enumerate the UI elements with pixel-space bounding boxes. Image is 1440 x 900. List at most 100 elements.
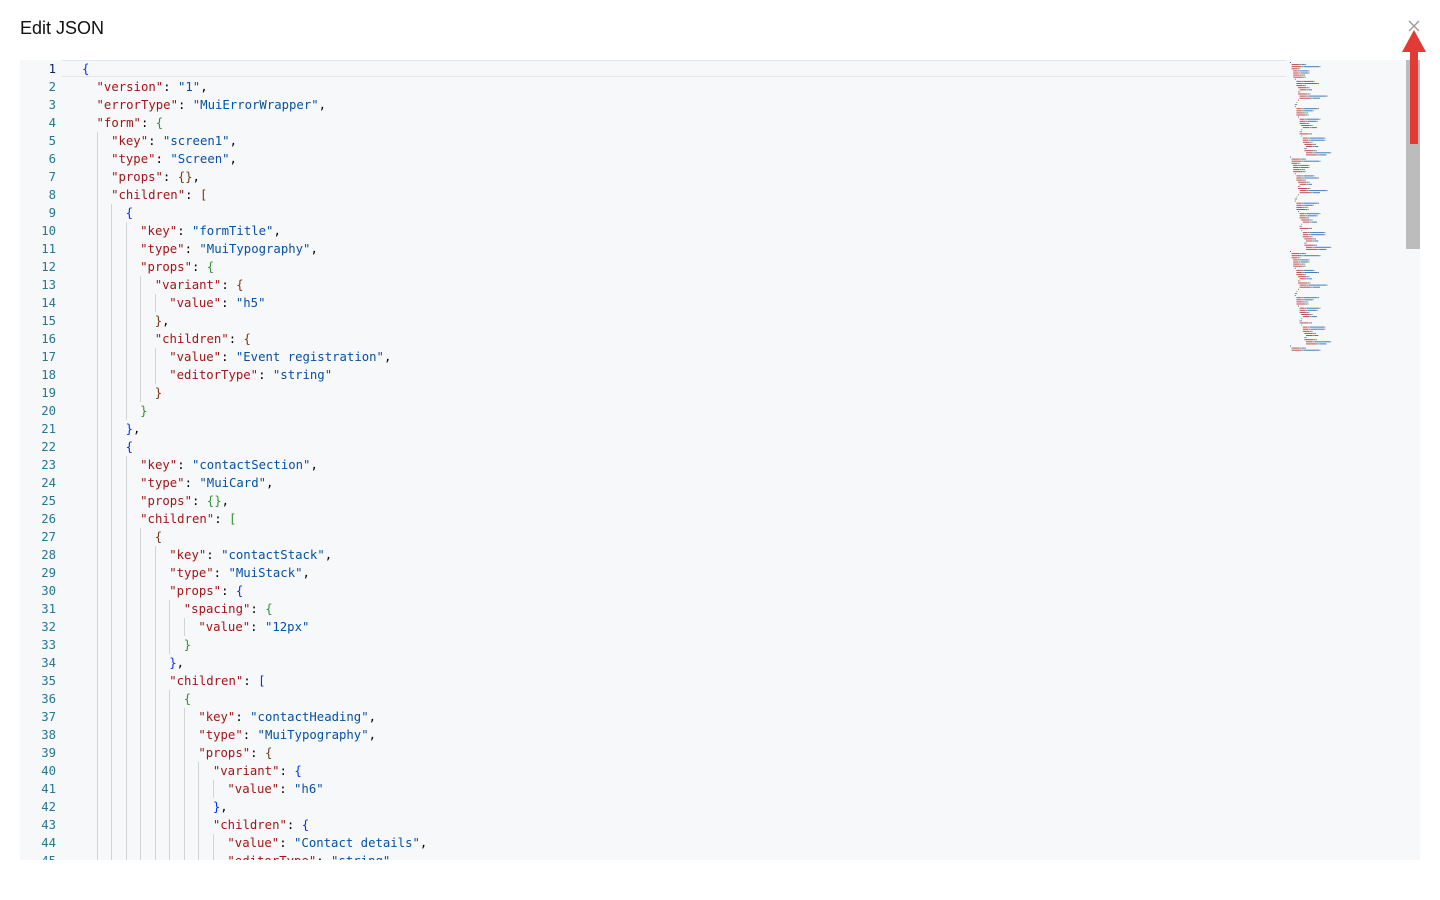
code-line[interactable]: 16 "children": {: [20, 330, 1290, 348]
code-lines[interactable]: 1{2 "version": "1", 3 "errorType": "MuiErro…: [20, 60, 1290, 860]
code-line[interactable]: 32 "value": "12px": [20, 618, 1290, 636]
code-line[interactable]: 34},: [20, 654, 1290, 672]
code-line[interactable]: 20}: [20, 402, 1290, 420]
punctuation-token: :: [235, 710, 251, 724]
code-line[interactable]: 2 "version": "1",: [20, 78, 1290, 96]
code-line[interactable]: 10 "key": "formTitle",: [20, 222, 1290, 240]
code-line[interactable]: 39 "props": {: [20, 744, 1290, 762]
code-line[interactable]: 41 "value": "h6": [20, 780, 1290, 798]
code-line[interactable]: 1{: [20, 60, 1290, 78]
code-line[interactable]: 40 "variant": {: [20, 762, 1290, 780]
code-line[interactable]: 26 "children": [: [20, 510, 1290, 528]
code-line[interactable]: 35 "children": [: [20, 672, 1290, 690]
code-line[interactable]: 6 "type": "Screen",: [20, 150, 1290, 168]
close-button[interactable]: [1405, 17, 1423, 35]
minimap-token: [1308, 278, 1312, 280]
minimap-token: [1304, 169, 1305, 171]
code-line[interactable]: 12 "props": {: [20, 258, 1290, 276]
minimap-token: [1302, 177, 1304, 179]
code-line[interactable]: 33}: [20, 636, 1290, 654]
indent-guide: [183, 852, 185, 860]
code-line[interactable]: 43 "children": {: [20, 816, 1290, 834]
minimap-token: [1306, 246, 1313, 248]
code-line[interactable]: 15},: [20, 312, 1290, 330]
minimap-token: [1308, 322, 1311, 324]
code-line[interactable]: 3 "errorType": "MuiErrorWrapper",: [20, 96, 1290, 114]
minimap-token: [1312, 192, 1320, 194]
minimap-token: [1309, 232, 1325, 234]
minimap-token: [1312, 332, 1315, 334]
minimap-token: [1291, 160, 1302, 162]
minimap-token: [1293, 261, 1299, 263]
code-line[interactable]: 38 "type": "MuiTypography",: [20, 726, 1290, 744]
code-line[interactable]: 8 "children": [: [20, 186, 1290, 204]
code-line[interactable]: 9{: [20, 204, 1290, 222]
code-text: "props": {},: [140, 492, 229, 510]
code-line[interactable]: 42},: [20, 798, 1290, 816]
indent-guide: [125, 834, 127, 852]
line-number: 32: [41, 620, 56, 634]
minimap-token: [1307, 301, 1309, 303]
minimap-token: [1307, 232, 1310, 234]
editor-minimap[interactable]: [1288, 60, 1388, 360]
punctuation-token: ,: [324, 548, 333, 562]
minimap-token: [1296, 299, 1302, 301]
code-line[interactable]: 25 "props": {},: [20, 492, 1290, 510]
minimap-token: [1302, 299, 1304, 301]
code-line[interactable]: 37 "key": "contactHeading",: [20, 708, 1290, 726]
code-line[interactable]: 14 "value": "h5": [20, 294, 1290, 312]
minimap-token: [1301, 169, 1304, 171]
minimap-token: [1298, 167, 1301, 168]
code-line[interactable]: 21},: [20, 420, 1290, 438]
scrollbar-thumb[interactable]: [1406, 60, 1420, 249]
minimap-token: [1302, 328, 1309, 330]
code-line[interactable]: 19}: [20, 384, 1290, 402]
indent-guide: [125, 528, 127, 546]
indent-guide: [183, 780, 185, 798]
code-line[interactable]: 7 "props": {},: [20, 168, 1290, 186]
minimap-token: [1301, 108, 1303, 110]
minimap-token: [1296, 269, 1301, 271]
code-line[interactable]: 17 "value": "Event registration",: [20, 348, 1290, 366]
indent-guide: [111, 492, 113, 510]
minimap-token: [1304, 74, 1305, 76]
code-line[interactable]: 4 "form": {: [20, 114, 1290, 132]
code-line[interactable]: 27 {: [20, 528, 1290, 546]
minimap-token: [1309, 326, 1325, 328]
code-line[interactable]: 44 "value": "Contact details",: [20, 834, 1290, 852]
code-line[interactable]: 30 "props": {: [20, 582, 1290, 600]
indent-guide: [125, 510, 127, 528]
minimap-token: [1301, 318, 1303, 320]
punctuation-token: :: [163, 80, 178, 94]
line-number: 6: [48, 152, 56, 166]
code-line[interactable]: 5 "key": "screen1",: [20, 132, 1290, 150]
code-line[interactable]: 18 "editorType": "string": [20, 366, 1290, 384]
punctuation-token: ,: [266, 476, 274, 490]
minimap-token: [1298, 70, 1300, 72]
code-line[interactable]: 11 "type": "MuiTypography",: [20, 240, 1290, 258]
line-number: 21: [41, 422, 56, 436]
code-line[interactable]: 24 "type": "MuiCard",: [20, 474, 1290, 492]
code-line[interactable]: 31 "spacing": {: [20, 600, 1290, 618]
code-line[interactable]: 29 "type": "MuiStack",: [20, 564, 1290, 582]
minimap-token: [1303, 349, 1320, 351]
punctuation-token: :: [279, 836, 295, 850]
minimap-token: [1297, 257, 1300, 259]
minimap-token: [1307, 303, 1309, 305]
minimap-token: [1302, 141, 1310, 143]
json-key-token: "props": [140, 260, 192, 274]
code-line[interactable]: 36 {: [20, 690, 1290, 708]
punctuation-token: :: [206, 548, 222, 562]
indent-guide: [169, 780, 171, 798]
minimap-token: [1298, 91, 1299, 93]
indent-guide: [111, 780, 113, 798]
code-line[interactable]: 45 "editorType": "string": [20, 852, 1290, 860]
minimap-token: [1291, 68, 1297, 70]
minimap-token: [1291, 349, 1302, 351]
code-line[interactable]: 23 "key": "contactSection",: [20, 456, 1290, 474]
code-line[interactable]: 22 {: [20, 438, 1290, 456]
json-code-editor[interactable]: 1{2 "version": "1", 3 "errorType": "MuiErro…: [20, 60, 1420, 860]
json-string-token: "12px": [264, 620, 310, 634]
code-line[interactable]: 28 "key": "contactStack",: [20, 546, 1290, 564]
code-line[interactable]: 13 "variant": {: [20, 276, 1290, 294]
